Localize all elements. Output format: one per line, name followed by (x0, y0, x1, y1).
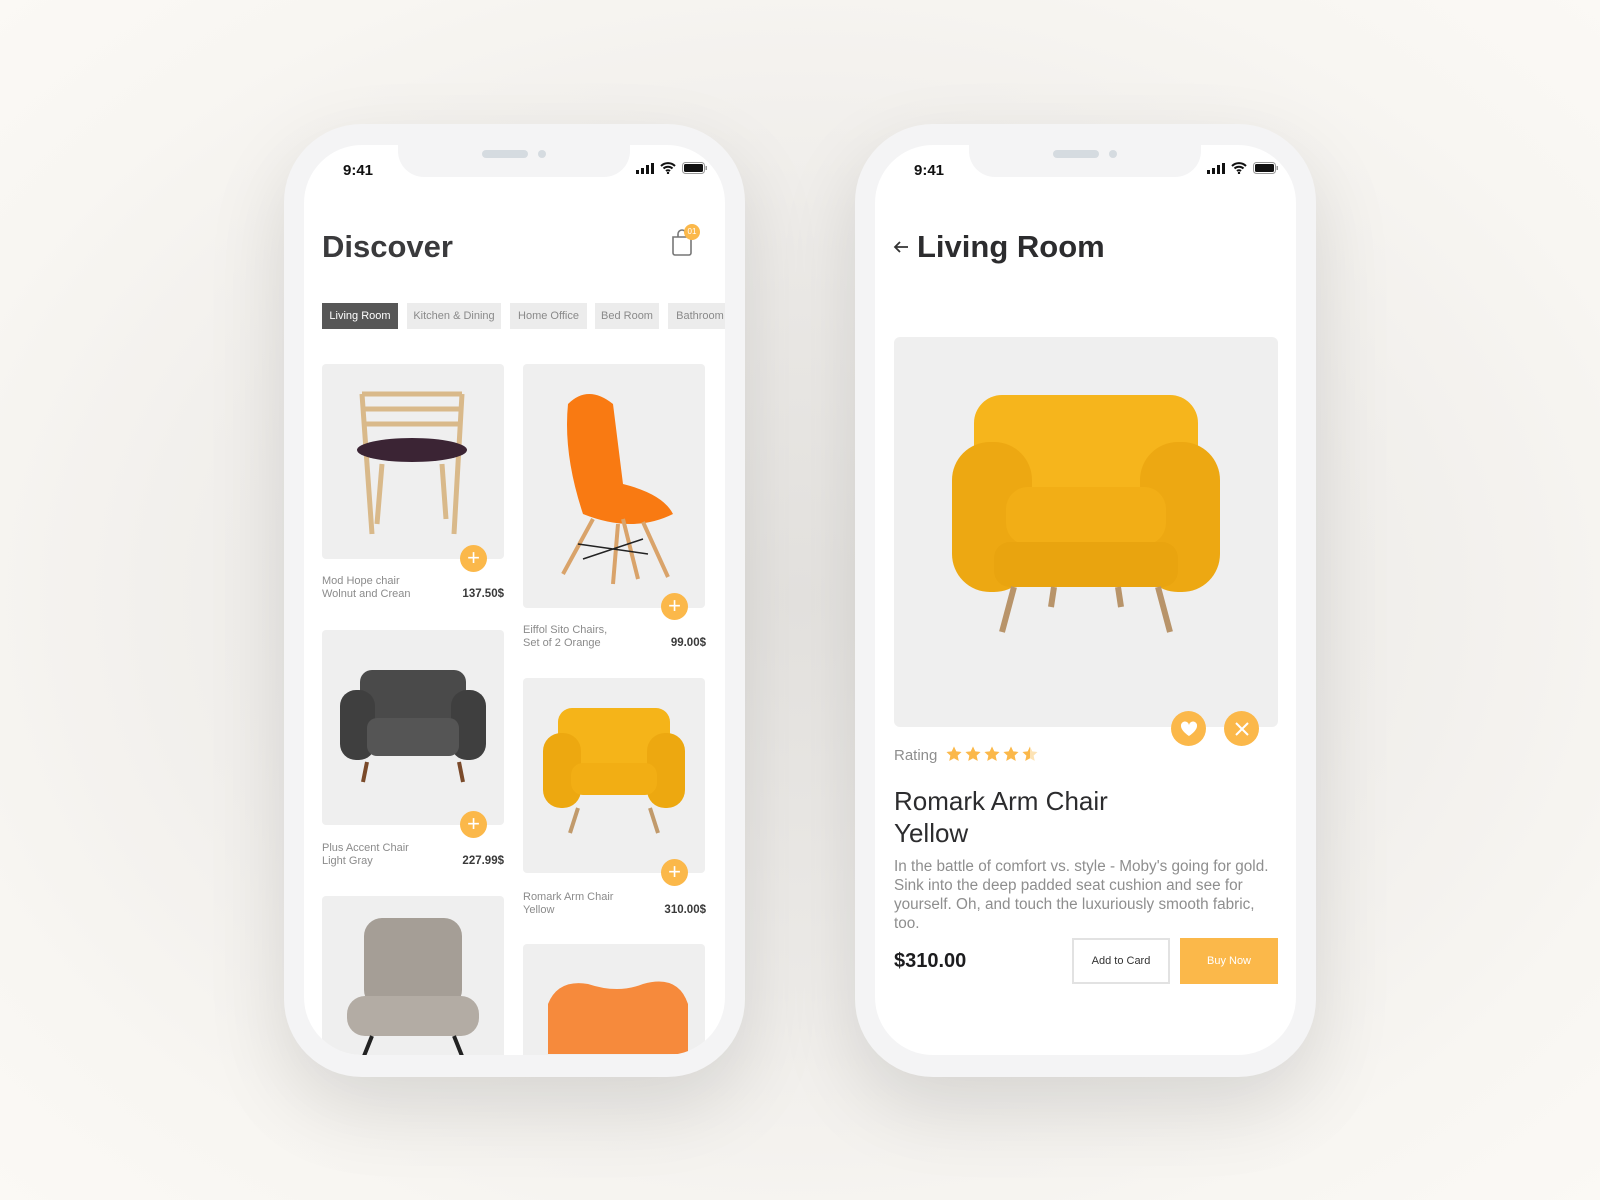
product-card-romark[interactable] (523, 678, 705, 873)
heart-icon (1180, 720, 1197, 736)
product-image-card (894, 337, 1278, 727)
screen: 9:41 Living Room Rating Romark Arm Chair… (875, 145, 1296, 1055)
notch (398, 145, 630, 177)
status-time: 9:41 (343, 162, 374, 179)
star-icon (1022, 746, 1038, 761)
rating-stars (945, 745, 1039, 763)
status-icons (1207, 162, 1278, 174)
page-title: Discover (322, 229, 453, 264)
battery-icon (682, 162, 707, 174)
add-to-cart-button[interactable]: + (460, 811, 487, 838)
orange-sofa-image (548, 981, 688, 1054)
screen: 9:41 Discover 01 Living Room Kitchen & D… (304, 145, 725, 1055)
product-price: 137.50$ (462, 588, 504, 600)
product-description: In the battle of comfort vs. style - Mob… (894, 858, 1269, 932)
product-card[interactable] (322, 896, 504, 1055)
yellow-armchair-image (952, 395, 1220, 633)
battery-icon (1253, 162, 1278, 174)
status-time: 9:41 (914, 162, 945, 179)
product-card-mod-hope[interactable] (322, 364, 504, 559)
camera (538, 150, 546, 158)
product-card-plus-accent[interactable] (322, 630, 504, 825)
speaker (482, 150, 528, 158)
close-icon (1234, 721, 1249, 736)
wifi-icon (660, 162, 676, 174)
phone-discover: 9:41 Discover 01 Living Room Kitchen & D… (284, 124, 745, 1077)
tab-bathroom[interactable]: Bathroom (668, 303, 725, 329)
cart-badge: 01 (684, 224, 700, 240)
phone-detail: 9:41 Living Room Rating Romark Arm Chair… (855, 124, 1316, 1077)
star-icon (1003, 746, 1019, 761)
product-price: $310.00 (894, 950, 967, 972)
add-to-cart-button[interactable]: + (460, 545, 487, 572)
wooden-chair-image (357, 391, 467, 535)
star-icon (984, 746, 1000, 761)
wifi-icon (1231, 162, 1247, 174)
gray-armchair-image (340, 670, 486, 783)
signal-icon (636, 162, 654, 174)
buy-now-button[interactable]: Buy Now (1180, 938, 1278, 984)
tab-living-room[interactable]: Living Room (322, 303, 398, 329)
product-price: 310.00$ (664, 904, 706, 916)
add-to-cart-button[interactable]: + (661, 593, 688, 620)
orange-chair-image (561, 394, 673, 585)
cart-button[interactable]: 01 (670, 224, 702, 257)
favorite-button[interactable] (1171, 711, 1206, 746)
close-button[interactable] (1224, 711, 1259, 746)
speaker (1053, 150, 1099, 158)
back-arrow-icon[interactable] (893, 241, 909, 253)
status-icons (636, 162, 707, 174)
product-card-eiffel[interactable] (523, 364, 705, 608)
product-title: Romark Arm Chair Yellow (894, 786, 1108, 848)
product-price: 99.00$ (670, 637, 706, 649)
tab-home-office[interactable]: Home Office (510, 303, 587, 329)
product-price: 227.99$ (462, 855, 504, 867)
camera (1109, 150, 1117, 158)
star-icon (946, 746, 962, 761)
rating-label: Rating (894, 747, 938, 764)
notch (969, 145, 1201, 177)
add-to-cart-button[interactable]: Add to Card (1072, 938, 1170, 984)
product-card[interactable] (523, 944, 705, 1055)
signal-icon (1207, 162, 1225, 174)
page-title: Living Room (917, 229, 1105, 264)
tab-bed-room[interactable]: Bed Room (595, 303, 659, 329)
star-icon (965, 746, 981, 761)
add-to-cart-button[interactable]: + (661, 859, 688, 886)
tab-kitchen-dining[interactable]: Kitchen & Dining (407, 303, 501, 329)
beige-lounge-chair-image (347, 918, 479, 1055)
yellow-armchair-image (543, 708, 685, 834)
